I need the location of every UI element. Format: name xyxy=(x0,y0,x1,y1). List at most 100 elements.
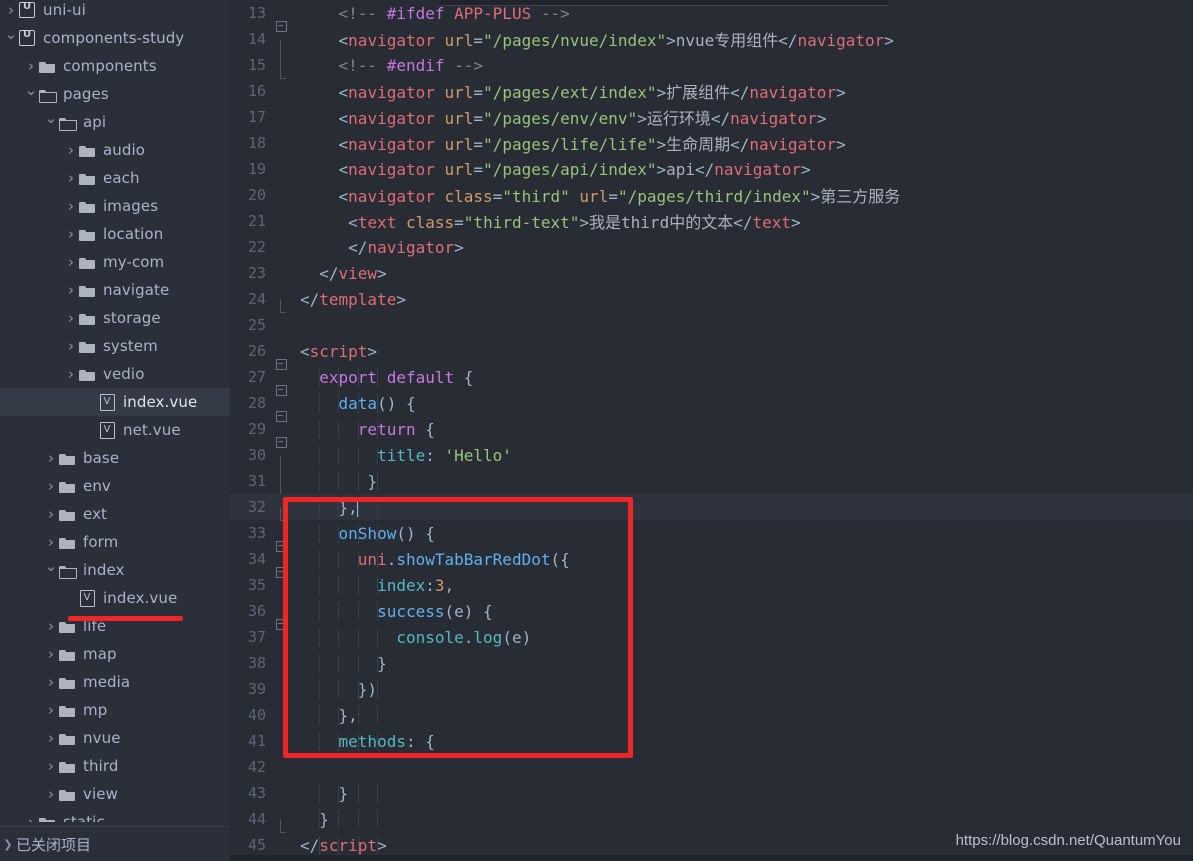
chevron-right-icon[interactable]: › xyxy=(64,282,78,298)
chevron-right-icon[interactable]: › xyxy=(44,450,58,466)
chevron-right-icon[interactable]: › xyxy=(44,702,58,718)
chevron-right-icon[interactable]: › xyxy=(64,170,78,186)
tree-item-static[interactable]: › static xyxy=(0,808,230,822)
tree-item-env[interactable]: › env xyxy=(0,472,230,500)
tree-item-nvue[interactable]: › nvue xyxy=(0,724,230,752)
tree-item-components[interactable]: › components xyxy=(0,52,230,80)
chevron-right-icon[interactable]: › xyxy=(64,226,78,242)
chevron-right-icon[interactable]: › xyxy=(44,730,58,746)
tree-item-system[interactable]: › system xyxy=(0,332,230,360)
chevron-right-icon[interactable]: ❯ xyxy=(0,838,16,851)
code-line[interactable]: 18 <navigator url="/pages/life/life">生命周… xyxy=(230,130,1193,156)
code-line[interactable]: 20 <navigator class="third" url="/pages/… xyxy=(230,182,1193,208)
code-line-text: </view> xyxy=(319,263,387,283)
chevron-right-icon[interactable]: › xyxy=(64,142,78,158)
chevron-right-icon[interactable]: › xyxy=(64,310,78,326)
code-line[interactable]: 39 }) xyxy=(230,676,1193,702)
code-line[interactable]: 28 data() { xyxy=(230,390,1193,422)
chevron-right-icon[interactable]: › xyxy=(44,506,58,522)
tree-item-vedio[interactable]: › vedio xyxy=(0,360,230,388)
code-line[interactable]: 26 <script> xyxy=(230,338,1193,370)
code-line-text: success(e) { xyxy=(288,601,1193,621)
tree-item-uni-ui[interactable]: › uni-ui xyxy=(0,0,230,24)
chevron-right-icon[interactable]: › xyxy=(64,338,78,354)
tree-item-media[interactable]: › media xyxy=(0,668,230,696)
chevron-right-icon[interactable]: › xyxy=(44,534,58,550)
code-line[interactable]: 33 onShow() { xyxy=(230,520,1193,552)
tree-item-pages[interactable]: ⌄ pages xyxy=(0,80,230,108)
tree-item-index-vue[interactable]: index.vue xyxy=(0,388,230,416)
tree-item-index[interactable]: ⌄ index xyxy=(0,556,230,584)
code-line[interactable]: 42 xyxy=(230,754,1193,780)
tree-item-audio[interactable]: › audio xyxy=(0,136,230,164)
chevron-right-icon[interactable]: › xyxy=(64,198,78,214)
code-line[interactable]: 34 uni.showTabBarRedDot({ xyxy=(230,546,1193,578)
tree-item-label: index.vue xyxy=(123,393,198,411)
tree-item-api[interactable]: ⌄ api xyxy=(0,108,230,136)
chevron-down-icon[interactable]: ⌄ xyxy=(4,26,18,42)
chevron-down-icon[interactable]: ⌄ xyxy=(44,558,58,574)
code-editor[interactable]: 13 <!-- #ifdef APP-PLUS --> 14 <navigator… xyxy=(230,0,1193,861)
code-line[interactable]: 38 } xyxy=(230,650,1193,676)
tree-item-map[interactable]: › map xyxy=(0,640,230,668)
chevron-down-icon[interactable]: ⌄ xyxy=(24,82,38,98)
closed-projects-bar[interactable]: ❯ 已关闭项目 xyxy=(0,826,230,861)
tree-item-components-study[interactable]: ⌄ components-study xyxy=(0,24,230,52)
tree-item-ext[interactable]: › ext xyxy=(0,500,230,528)
code-line[interactable]: 43 } xyxy=(230,780,1193,806)
code-line[interactable]: 41 methods: { xyxy=(230,728,1193,754)
tree-item-storage[interactable]: › storage xyxy=(0,304,230,332)
code-line[interactable]: 25 xyxy=(230,312,1193,338)
code-line[interactable]: 13 <!-- #ifdef APP-PLUS --> xyxy=(230,0,1193,32)
tree-item-images[interactable]: › images xyxy=(0,192,230,220)
chevron-right-icon[interactable]: › xyxy=(44,478,58,494)
tree-item-net-vue[interactable]: net.vue xyxy=(0,416,230,444)
chevron-right-icon[interactable]: › xyxy=(64,366,78,382)
chevron-right-icon[interactable]: › xyxy=(64,254,78,270)
code-line[interactable]: 16 <navigator url="/pages/ext/index">扩展组… xyxy=(230,78,1193,104)
tree-item-mp[interactable]: › mp xyxy=(0,696,230,724)
code-line[interactable]: 23 </view> xyxy=(230,260,1193,286)
code-line[interactable]: 22 </navigator> xyxy=(230,234,1193,260)
red-underline-annotation xyxy=(68,616,183,621)
tree-item-navigate[interactable]: › navigate xyxy=(0,276,230,304)
file-tree[interactable]: › uni-ui ⌄ components-study › components ⌄ page… xyxy=(0,0,230,822)
chevron-right-icon[interactable]: › xyxy=(44,786,58,802)
code-line[interactable]: 27 export default { xyxy=(230,364,1193,396)
code-line[interactable]: 17 <navigator url="/pages/env/env">运行环境<… xyxy=(230,104,1193,130)
code-line[interactable]: 31 } xyxy=(230,468,1193,495)
code-line[interactable]: 29 return { xyxy=(230,416,1193,448)
tree-item-form[interactable]: › form xyxy=(0,528,230,556)
tree-item-each[interactable]: › each xyxy=(0,164,230,192)
code-line[interactable]: 19 <navigator url="/pages/api/index">api… xyxy=(230,156,1193,182)
tree-item-index-vue[interactable]: index.vue xyxy=(0,584,230,612)
project-explorer-sidebar[interactable]: › uni-ui ⌄ components-study › components ⌄ page… xyxy=(0,0,230,861)
chevron-right-icon[interactable]: › xyxy=(4,2,18,18)
code-line[interactable]: 14 <navigator url="/pages/nvue/index">nv… xyxy=(230,26,1193,65)
code-line[interactable]: 15 <!-- #endif --> xyxy=(230,52,1193,79)
chevron-right-icon[interactable]: › xyxy=(44,618,58,634)
code-line[interactable]: 36 success(e) { xyxy=(230,598,1193,630)
code-line[interactable]: 40 }, xyxy=(230,702,1193,728)
tree-item-my-com[interactable]: › my-com xyxy=(0,248,230,276)
chevron-right-icon[interactable]: › xyxy=(24,58,38,74)
chevron-right-icon[interactable]: › xyxy=(44,646,58,662)
tree-item-location[interactable]: › location xyxy=(0,220,230,248)
code-line[interactable]: 37 console.log(e) xyxy=(230,624,1193,650)
code-line[interactable]: 32 }, xyxy=(230,494,1193,521)
chevron-right-icon[interactable]: › xyxy=(44,758,58,774)
chevron-down-icon[interactable]: ⌄ xyxy=(44,110,58,126)
code-line[interactable]: 30 title: 'Hello' xyxy=(230,442,1193,481)
chevron-right-icon[interactable]: › xyxy=(24,814,38,822)
tree-item-third[interactable]: › third xyxy=(0,752,230,780)
tree-item-base[interactable]: › base xyxy=(0,444,230,472)
code-line[interactable]: 44 } xyxy=(230,806,1193,833)
code-line[interactable]: 35 index:3, xyxy=(230,572,1193,598)
tree-item-view[interactable]: › view xyxy=(0,780,230,808)
code-lines-container[interactable]: 13 <!-- #ifdef APP-PLUS --> 14 <navigator… xyxy=(230,0,1193,861)
chevron-right-icon[interactable]: › xyxy=(44,674,58,690)
code-line[interactable]: 21 <text class="third-text">我是third中的文本<… xyxy=(230,208,1193,234)
tree-item-label: vedio xyxy=(103,365,145,383)
line-number: 42 xyxy=(247,758,266,776)
code-line[interactable]: 24 </template> xyxy=(230,286,1193,313)
